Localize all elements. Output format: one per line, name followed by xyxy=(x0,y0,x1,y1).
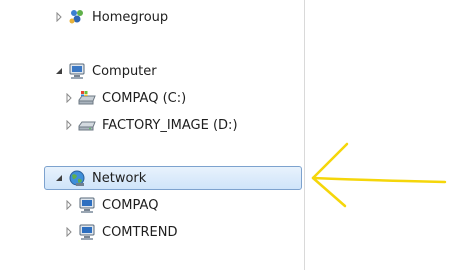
collapse-arrow-icon[interactable] xyxy=(54,60,64,82)
tree-item-network[interactable]: Network xyxy=(44,166,302,190)
network-computer-icon xyxy=(78,196,96,214)
tree-item-label: Computer xyxy=(92,63,157,79)
tree-item-label: COMPAQ (C:) xyxy=(102,90,187,106)
tree-item-compaq-c[interactable]: COMPAQ (C:) xyxy=(64,87,186,109)
tree-item-homegroup[interactable]: Homegroup xyxy=(54,6,168,28)
navigation-pane: Homegroup Computer COMPAQ (C:) FACTORY_I… xyxy=(0,0,304,270)
homegroup-icon xyxy=(68,8,86,26)
tree-item-label: FACTORY_IMAGE (D:) xyxy=(102,117,238,133)
network-computer-icon xyxy=(78,223,96,241)
computer-icon xyxy=(68,62,86,80)
system-drive-icon xyxy=(78,89,96,107)
tree-item-factory-image-d[interactable]: FACTORY_IMAGE (D:) xyxy=(64,114,238,136)
yellow-arrow-annotation-icon xyxy=(311,142,447,208)
tree-item-computer[interactable]: Computer xyxy=(54,60,157,82)
pane-divider[interactable] xyxy=(304,0,305,270)
tree-item-comtrend[interactable]: COMTREND xyxy=(64,221,177,243)
expand-arrow-icon[interactable] xyxy=(54,6,64,28)
expand-arrow-icon[interactable] xyxy=(64,87,74,109)
tree-item-label: COMTREND xyxy=(102,224,178,240)
tree-item-label: Homegroup xyxy=(92,9,169,25)
drive-icon xyxy=(78,116,96,134)
tree-item-label: COMPAQ xyxy=(102,197,159,213)
tree-item-label: Network xyxy=(92,170,147,186)
expand-arrow-icon[interactable] xyxy=(64,194,74,216)
network-icon xyxy=(68,169,86,187)
tree-item-compaq[interactable]: COMPAQ xyxy=(64,194,158,216)
expand-arrow-icon[interactable] xyxy=(64,114,74,136)
collapse-arrow-icon[interactable] xyxy=(54,167,64,189)
expand-arrow-icon[interactable] xyxy=(64,221,74,243)
